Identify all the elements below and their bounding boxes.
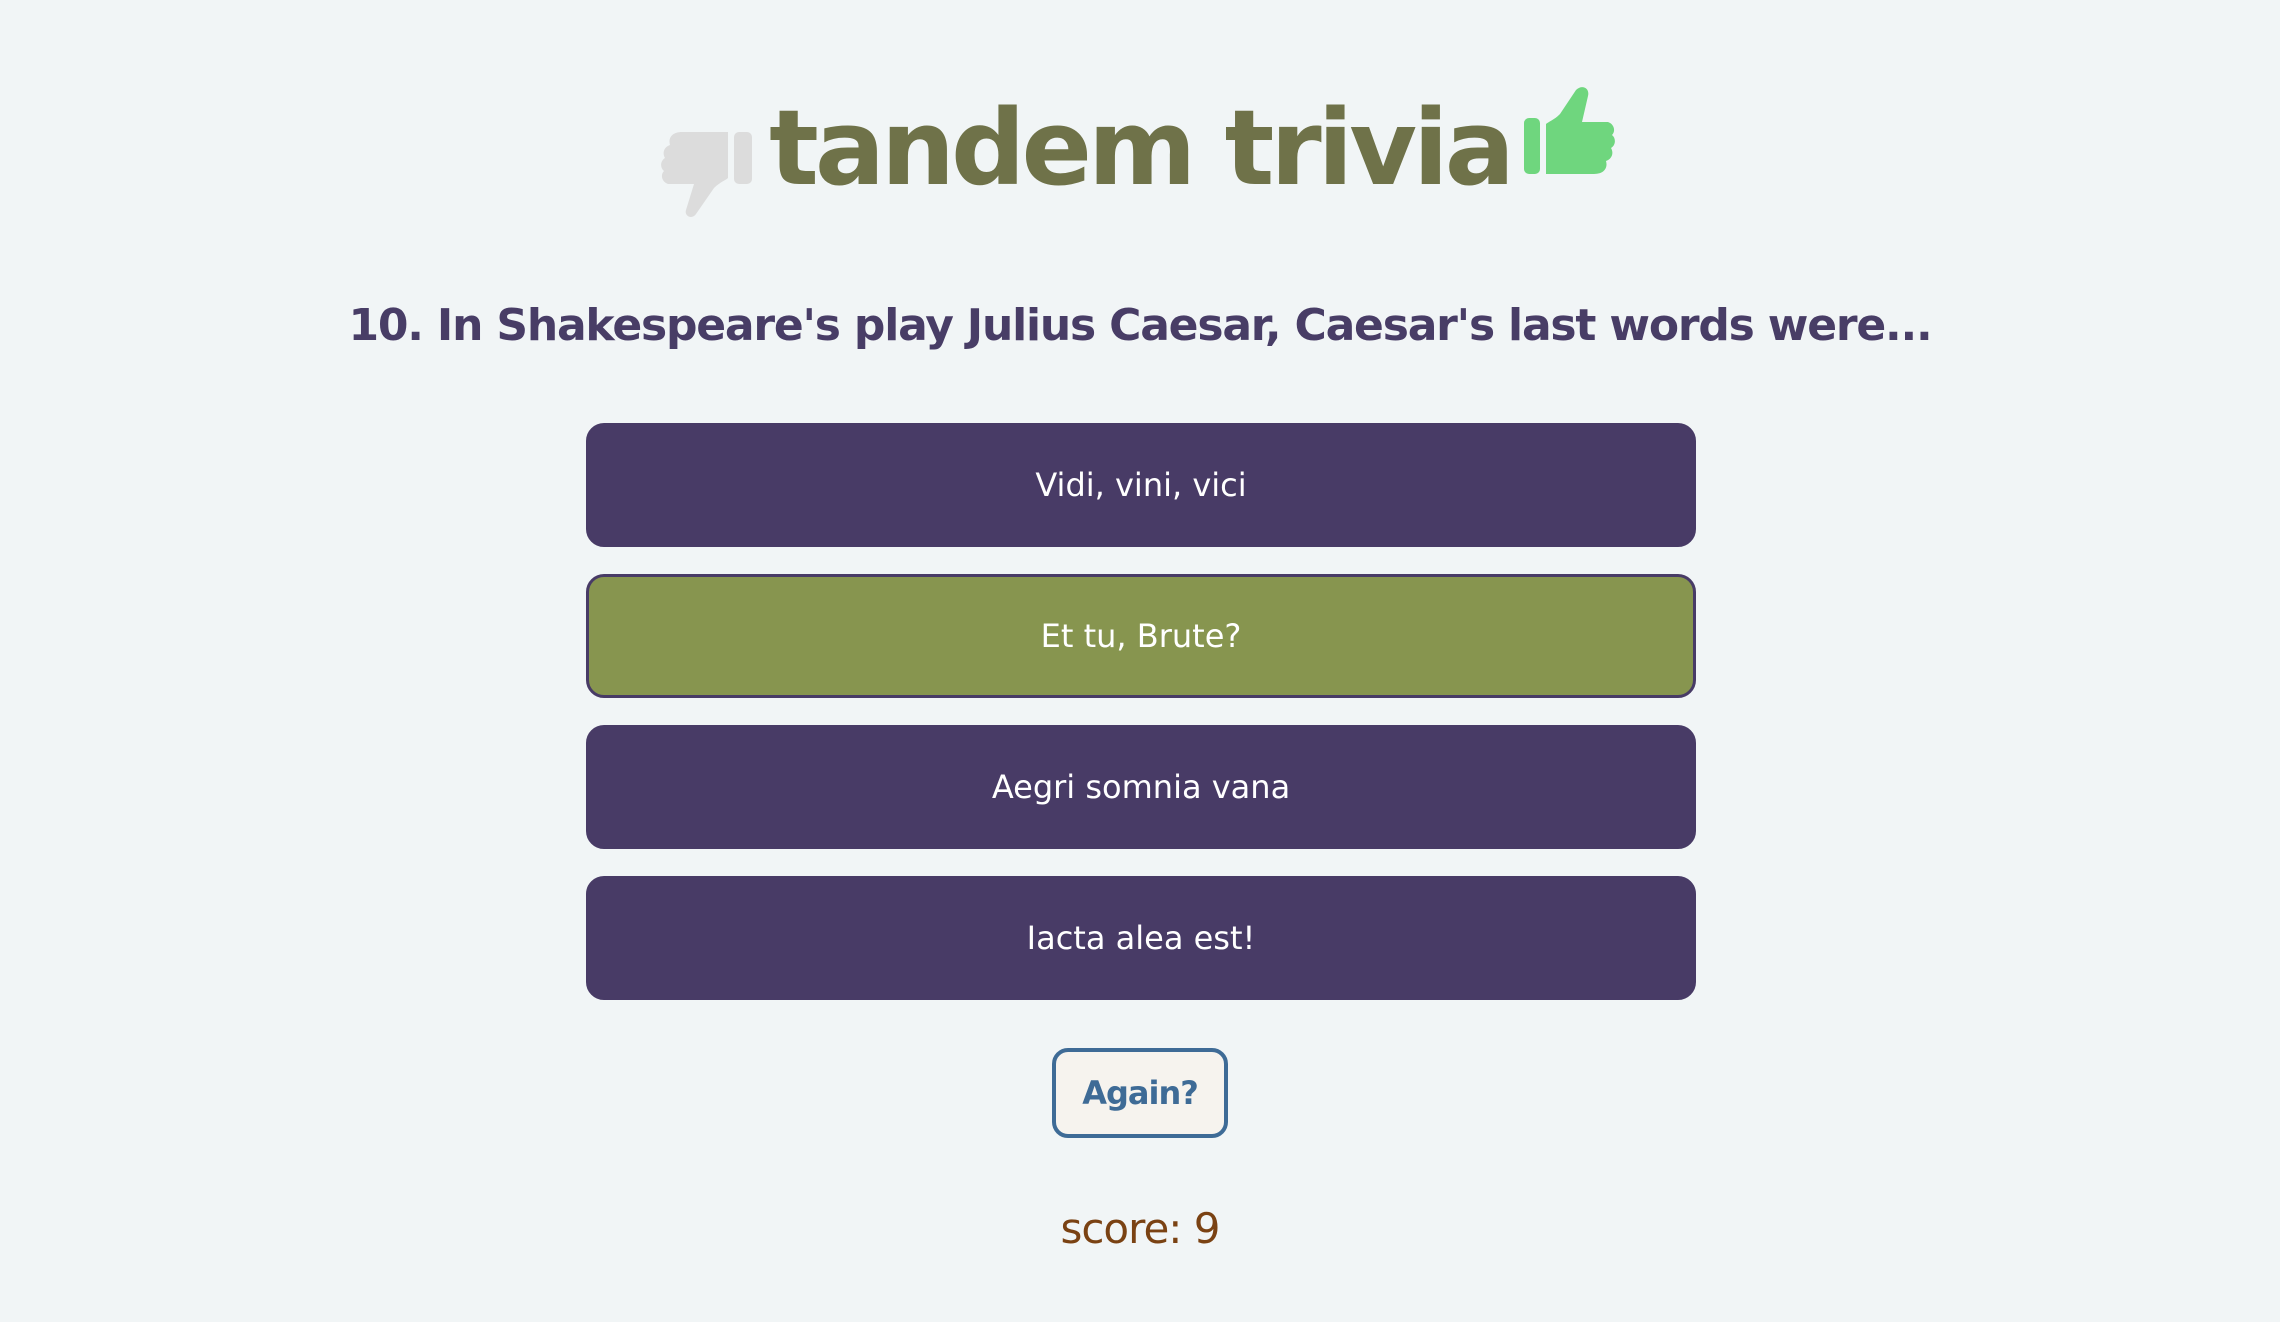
score-display: score: 9	[1060, 1204, 1220, 1253]
thumbs-up-icon	[1524, 84, 1620, 184]
again-button-container: Again?	[0, 1048, 2280, 1138]
answer-option-3[interactable]: Aegri somnia vana	[586, 725, 1696, 849]
answer-list: Vidi, vini, vici Et tu, Brute? Aegri som…	[586, 423, 1696, 1027]
question-text: 10. In Shakespeare's play Julius Caesar,…	[348, 300, 1932, 351]
header: tandem trivia	[0, 64, 2280, 234]
answer-option-4[interactable]: Iacta alea est!	[586, 876, 1696, 1000]
app-title: tandem trivia	[769, 87, 1515, 209]
answer-option-1[interactable]: Vidi, vini, vici	[586, 423, 1696, 547]
answer-option-2-correct[interactable]: Et tu, Brute?	[586, 574, 1696, 698]
again-button[interactable]: Again?	[1052, 1048, 1228, 1138]
